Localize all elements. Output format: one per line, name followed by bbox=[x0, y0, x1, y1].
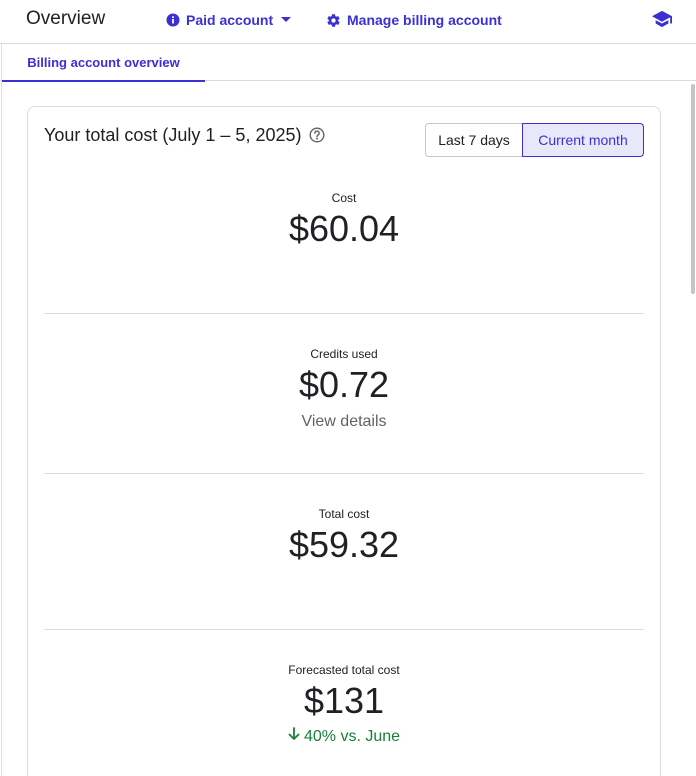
manage-billing-account-button[interactable]: Manage billing account bbox=[326, 11, 502, 29]
card-title: Your total cost (July 1 – 5, 2025) bbox=[44, 125, 302, 145]
active-tab-indicator bbox=[2, 80, 205, 82]
metric-label: Total cost bbox=[318, 507, 370, 521]
metric-label: Cost bbox=[331, 191, 357, 205]
scrollbar[interactable] bbox=[691, 84, 695, 294]
tab-bar: Billing account overview bbox=[0, 44, 696, 82]
metric-value: $131 bbox=[303, 680, 385, 721]
current-month-button[interactable]: Current month bbox=[522, 123, 644, 157]
arrow-down-icon bbox=[288, 727, 304, 746]
chevron-down-icon bbox=[281, 17, 292, 23]
metric-value: $0.72 bbox=[298, 364, 390, 405]
tab-label: Billing account overview bbox=[27, 55, 180, 70]
date-range-toggle: Last 7 days Current month bbox=[425, 123, 644, 157]
paid-account-label: Paid account bbox=[186, 12, 274, 28]
total-cost-metric: Total cost $59.32 bbox=[44, 507, 644, 565]
graduation-cap-icon[interactable] bbox=[651, 9, 673, 34]
trend-indicator: 40% vs. June bbox=[44, 727, 644, 746]
gear-icon bbox=[326, 13, 341, 28]
left-border bbox=[1, 44, 2, 776]
metric-value: $59.32 bbox=[288, 524, 400, 565]
divider bbox=[44, 313, 644, 314]
page-title: Overview bbox=[26, 8, 106, 29]
last-7-days-button[interactable]: Last 7 days bbox=[425, 123, 523, 157]
help-circle-icon[interactable] bbox=[309, 127, 325, 148]
paid-account-button[interactable]: Paid account bbox=[166, 11, 292, 29]
view-details-link[interactable]: View details bbox=[44, 413, 644, 431]
forecasted-total-cost-metric: Forecasted total cost $131 40% vs. June bbox=[44, 663, 644, 746]
metric-label: Credits used bbox=[310, 347, 378, 361]
cost-metric: Cost $60.04 bbox=[44, 191, 644, 249]
trend-text: 40% vs. June bbox=[303, 727, 401, 745]
manage-billing-account-label: Manage billing account bbox=[347, 12, 502, 28]
tab-billing-account-overview[interactable]: Billing account overview bbox=[2, 44, 205, 82]
info-icon bbox=[166, 13, 180, 27]
credits-used-metric: Credits used $0.72 View details bbox=[44, 347, 644, 431]
metric-value: $60.04 bbox=[288, 208, 400, 249]
top-bar: Overview Paid account Manage billing acc… bbox=[0, 0, 696, 44]
divider bbox=[44, 629, 644, 630]
metric-label: Forecasted total cost bbox=[288, 663, 400, 677]
divider bbox=[44, 473, 644, 474]
total-cost-card: Your total cost (July 1 – 5, 2025) Last … bbox=[27, 106, 661, 776]
